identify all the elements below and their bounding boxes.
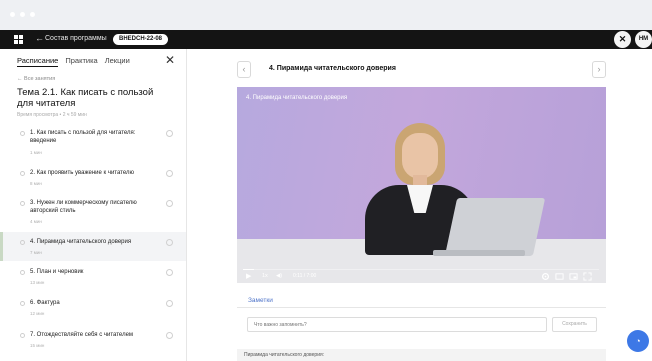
lesson-dot-icon (20, 301, 25, 306)
program-contents-link[interactable]: Состав программы (45, 35, 107, 42)
lesson-title: 5. План и черновик (30, 269, 84, 275)
notifications-icon[interactable]: ✕ (614, 31, 631, 48)
watch-time: Время просмотра • 2 ч 59 мин (17, 112, 87, 118)
video-controls: ▶ 1x ◀) 0:11 / 7:00 (237, 269, 606, 283)
topic-title: Тема 2.1. Как писать с пользой для читат… (17, 87, 154, 109)
settings-icon[interactable] (541, 272, 550, 281)
lesson-duration: 7 мин (30, 250, 42, 255)
previous-lesson-button[interactable]: ‹ (237, 61, 251, 78)
lesson-dot-icon (20, 333, 25, 338)
lesson-item[interactable]: 6. Фактура 12 мин (0, 293, 186, 323)
top-navbar: ← Состав программы BHEDCH-22-08 ✕ HM (0, 30, 652, 49)
laptop-illustration (444, 198, 546, 256)
window-dots (10, 12, 35, 17)
lesson-dot-icon (20, 131, 25, 136)
lesson-item-active[interactable]: 4. Пирамида читательского доверия 7 мин (0, 232, 186, 261)
video-progress-fill (243, 269, 254, 270)
lesson-title: 2. Как проявить уважение к читателю (30, 170, 134, 176)
lesson-dot-icon (20, 240, 25, 245)
lesson-duration: 13 мин (30, 280, 45, 285)
lesson-duration: 12 мин (30, 311, 45, 316)
video-player[interactable]: 4. Пирамида читательского доверия ▶ 1x ◀… (237, 87, 606, 283)
lesson-item[interactable]: 2. Как проявить уважение к читателю 8 ми… (0, 163, 186, 193)
play-icon[interactable]: ▶ (246, 272, 251, 280)
tab-lectures[interactable]: Лекции (105, 56, 130, 67)
presenter-face (402, 133, 438, 179)
lesson-item[interactable]: 3. Нужен ли коммерческому писателю автор… (0, 193, 186, 231)
tab-notes[interactable]: Заметки (248, 297, 273, 304)
window-dot (20, 12, 25, 17)
lesson-dot-icon (20, 270, 25, 275)
fullscreen-icon[interactable] (583, 272, 592, 281)
lesson-duration: 15 мин (30, 343, 45, 348)
lesson-title: 7. Отождествляйте себя с читателем (30, 332, 134, 338)
video-progress-bar[interactable] (243, 269, 599, 270)
lesson-title: 6. Фактура (30, 300, 60, 306)
all-lessons-link[interactable]: ← Все занятия (17, 76, 55, 82)
lesson-dot-icon (20, 171, 25, 176)
chat-support-button[interactable]: ◔ (627, 330, 649, 352)
lesson-status-icon (166, 130, 173, 137)
video-time: 0:11 / 7:00 (293, 273, 317, 279)
lessons-sidebar: Расписание Практика Лекции ✕ ← Все занят… (0, 49, 187, 361)
notes-preview-text: Пирамида читательского доверия: (244, 352, 325, 358)
lesson-content: ‹ 4. Пирамида читательского доверия › 4.… (187, 49, 652, 361)
window-dot (30, 12, 35, 17)
lesson-duration: 4 мин (30, 219, 42, 224)
save-note-button[interactable]: Сохранить (552, 317, 597, 332)
video-overlay-title: 4. Пирамида читательского доверия (246, 95, 348, 101)
lesson-duration: 1 мин (30, 150, 42, 155)
next-lesson-button[interactable]: › (592, 61, 606, 78)
back-arrow-icon[interactable]: ← (35, 33, 44, 43)
notes-preview: Пирамида читательского доверия: (237, 349, 606, 361)
tab-schedule[interactable]: Расписание (17, 56, 59, 67)
pip-icon[interactable] (569, 272, 578, 281)
user-avatar[interactable]: HM (635, 31, 652, 48)
lesson-status-icon (166, 170, 173, 177)
lesson-title: 4. Пирамида читательского доверия (30, 239, 132, 245)
playback-speed[interactable]: 1x (262, 273, 268, 279)
volume-icon[interactable]: ◀) (276, 273, 282, 279)
sidebar-tabs: Расписание Практика Лекции (17, 56, 130, 67)
tab-practice[interactable]: Практика (65, 56, 97, 67)
subtitles-icon[interactable] (555, 272, 564, 281)
lesson-item[interactable]: 5. План и черновик 13 мин (0, 262, 186, 292)
lesson-status-icon (166, 300, 173, 307)
lesson-title: 3. Нужен ли коммерческому писателю автор… (30, 200, 137, 214)
lesson-status-icon (166, 239, 173, 246)
window-dot (10, 12, 15, 17)
lesson-item[interactable]: 7. Отождествляйте себя с читателем 15 ми… (0, 325, 186, 355)
notes-input[interactable] (247, 317, 547, 332)
program-code-badge: BHEDCH-22-08 (113, 34, 169, 45)
notes-divider (237, 307, 606, 308)
lesson-duration: 8 мин (30, 181, 42, 186)
apps-grid-icon[interactable] (14, 35, 23, 44)
laptop-base (433, 250, 525, 256)
lesson-status-icon (166, 332, 173, 339)
close-sidebar-icon[interactable]: ✕ (165, 53, 175, 67)
window-chrome (0, 0, 652, 30)
lesson-title: 1. Как писать с пользой для читателя: вв… (30, 130, 136, 144)
lesson-header-title: 4. Пирамида читательского доверия (269, 65, 396, 72)
lesson-status-icon (166, 200, 173, 207)
lesson-item[interactable]: 1. Как писать с пользой для читателя: вв… (0, 123, 186, 163)
lesson-dot-icon (20, 201, 25, 206)
lesson-status-icon (166, 269, 173, 276)
